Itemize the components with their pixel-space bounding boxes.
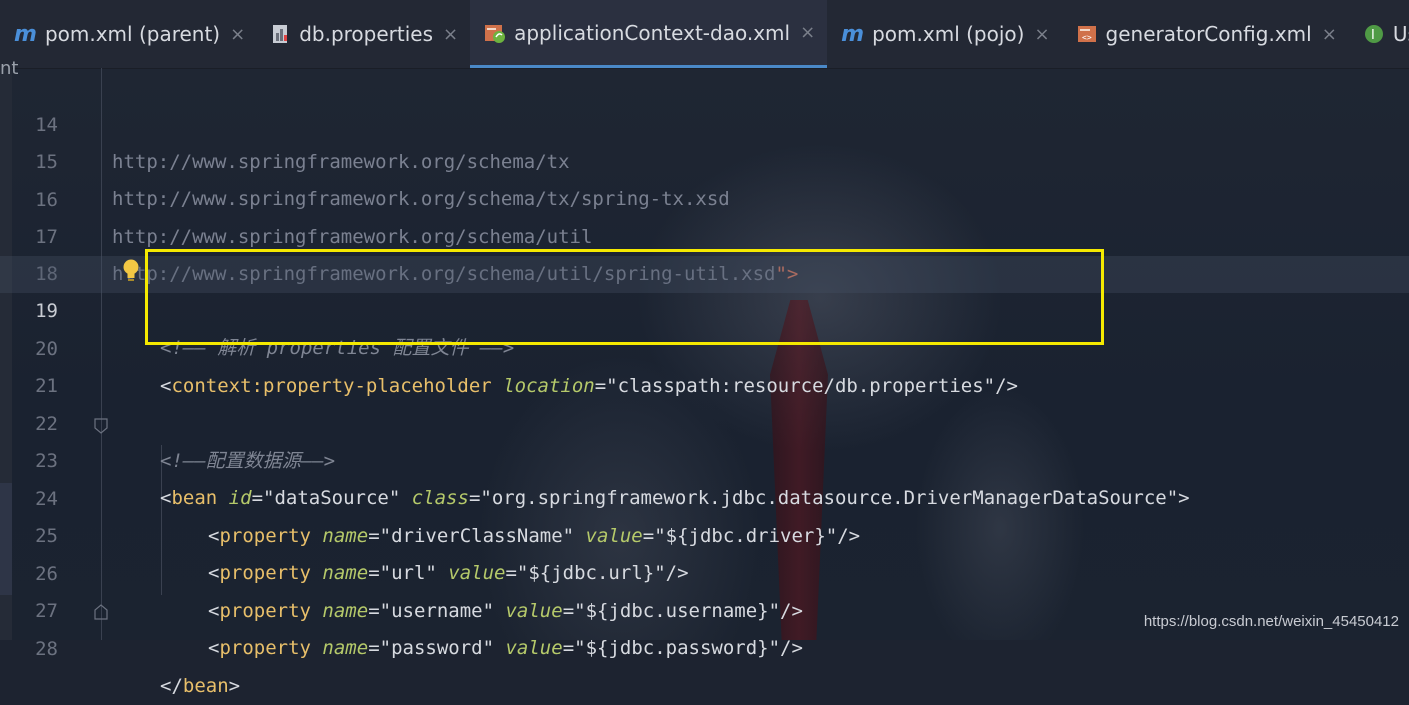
svg-text:<>: <> [1082, 33, 1092, 42]
attr-value: ="${jdbc.password}" [562, 637, 781, 659]
tab-applicationcontext-dao[interactable]: applicationContext-dao.xml × [470, 0, 828, 68]
xml-config-icon: <> [1076, 23, 1098, 45]
code-line[interactable]: 26 <property name="username" value="${jd… [0, 519, 1409, 622]
interface-icon: I [1363, 23, 1385, 45]
watermark-url: https://blog.csdn.net/weixin_45450412 [1143, 613, 1399, 630]
code-line[interactable]: 15 http://www.springframework.org/schema… [0, 107, 1409, 210]
attr-name: value [505, 637, 563, 659]
tag-name: bean [182, 675, 229, 697]
code-text: </bean> [160, 668, 240, 705]
tab-generatorconfig[interactable]: <> generatorConfig.xml × [1062, 0, 1349, 68]
close-icon[interactable]: × [443, 24, 458, 45]
code-line[interactable]: 27 <property name="password" value="${jd… [0, 556, 1409, 659]
self-close: /> [780, 637, 803, 659]
close-icon[interactable]: × [1322, 24, 1337, 45]
editor-tab-bar: m pom.xml (parent) × db.properties × app… [0, 0, 1409, 69]
tab-usersm[interactable]: I UsersM [1349, 0, 1409, 68]
attr-name: name [322, 637, 369, 659]
tab-label: applicationContext-dao.xml [514, 20, 791, 45]
spring-xml-icon [484, 22, 506, 44]
code-line[interactable]: 22 <!——配置数据源——> [0, 369, 1409, 472]
lightbulb-icon[interactable] [120, 258, 142, 288]
maven-icon: m [14, 21, 37, 47]
annotation-highlight-box [145, 249, 1104, 345]
fold-marker-icon[interactable] [94, 604, 108, 624]
code-line[interactable]: 24 <property name="driverClassName" valu… [0, 444, 1409, 547]
gt-symbol: > [228, 675, 241, 697]
close-icon[interactable]: × [800, 22, 815, 43]
code-line[interactable]: 25 <property name="url" value="${jdbc.ur… [0, 481, 1409, 584]
properties-file-icon [271, 23, 291, 45]
tab-label: db.properties [299, 22, 434, 46]
tab-label: pom.xml (parent) [44, 22, 221, 46]
attr-value: ="password" [368, 637, 495, 659]
tab-label: generatorConfig.xml [1105, 22, 1312, 46]
tab-pom-pojo[interactable]: m pom.xml (pojo) × [827, 0, 1061, 68]
tab-pom-parent[interactable]: m pom.xml (parent) × [0, 0, 257, 68]
svg-text:I: I [1371, 28, 1375, 43]
code-text: <property name="password" value="${jdbc.… [208, 630, 803, 667]
line-number: 28 [35, 638, 58, 660]
maven-icon: m [841, 21, 865, 47]
code-line[interactable]: 16 http://www.springframework.org/schema… [0, 145, 1409, 248]
close-icon[interactable]: × [230, 24, 245, 45]
tag-name: property [219, 637, 311, 659]
fold-marker-icon[interactable] [94, 418, 108, 438]
tab-label: UsersM [1392, 22, 1409, 46]
close-icon[interactable]: × [1034, 24, 1049, 45]
tab-label: pom.xml (pojo) [872, 22, 1025, 46]
code-line[interactable]: 17 http://www.springframework.org/schema… [0, 182, 1409, 285]
code-line[interactable]: 14 http://www.springframework.org/schema… [0, 70, 1409, 173]
code-line[interactable]: 23 <bean id="dataSource" class="org.spri… [0, 406, 1409, 509]
lt-slash-symbol: </ [160, 675, 183, 697]
lt-symbol: < [208, 637, 220, 659]
tab-db-properties[interactable]: db.properties × [257, 0, 470, 68]
